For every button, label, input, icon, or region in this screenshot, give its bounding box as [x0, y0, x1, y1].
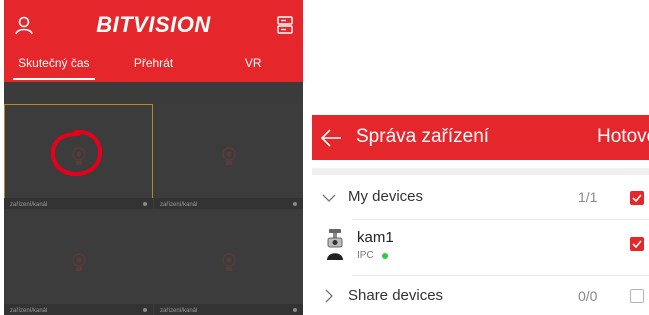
- group-checkbox[interactable]: [630, 289, 644, 303]
- cell-status-dot: [293, 308, 297, 312]
- back-arrow-icon[interactable]: [320, 129, 342, 147]
- group-name: Share devices: [348, 287, 444, 304]
- tab-vr[interactable]: VR: [203, 52, 303, 82]
- group-count: 0/0: [578, 288, 598, 304]
- camera-placeholder-icon: [222, 253, 236, 271]
- video-cell-1[interactable]: zařízení/kanál: [4, 104, 153, 209]
- device-management-header: Správa zařízení Hotovo: [312, 115, 649, 160]
- cell-label: zařízení/kanál: [160, 202, 198, 208]
- group-checkbox[interactable]: [630, 191, 644, 205]
- cell-label: zařízení/kanál: [10, 202, 48, 208]
- tab-bar: Skutečný čas Přehrát VR: [4, 52, 303, 82]
- chevron-right-icon[interactable]: [322, 289, 336, 303]
- video-cell-3[interactable]: zařízení/kanál: [4, 210, 153, 315]
- app-header: BITVISION Skutečný čas Přehrát VR: [4, 0, 303, 82]
- video-cell-2[interactable]: zařízení/kanál: [154, 104, 303, 209]
- annotation-circle: [50, 129, 103, 177]
- group-name: My devices: [348, 188, 424, 205]
- chevron-down-icon[interactable]: [322, 191, 336, 205]
- page-title: Správa zařízení: [356, 126, 490, 147]
- device-checkbox[interactable]: [630, 237, 644, 251]
- device-list-icon[interactable]: [277, 16, 293, 34]
- section-divider: [312, 168, 649, 175]
- cell-status-dot: [143, 202, 147, 206]
- cell-status-dot: [143, 308, 147, 312]
- tab-playback[interactable]: Přehrát: [104, 52, 204, 82]
- cell-status-dot: [293, 202, 297, 206]
- device-management-screen: Správa zařízení Hotovo My devices 1/1 ka…: [312, 115, 649, 315]
- video-grid: zařízení/kanál zařízení/kanál zařízení/k…: [4, 104, 303, 315]
- row-separator: [352, 275, 649, 276]
- camera-icon: [327, 229, 343, 260]
- group-count: 1/1: [578, 189, 598, 205]
- video-cell-4[interactable]: zařízení/kanál: [154, 210, 303, 315]
- tab-live[interactable]: Skutečný čas: [4, 52, 104, 82]
- row-separator: [352, 219, 649, 220]
- camera-placeholder-icon: [222, 147, 236, 165]
- device-name: kam1: [357, 229, 394, 246]
- camera-placeholder-icon: [72, 253, 86, 271]
- live-view-screen: BITVISION Skutečný čas Přehrát VR zaříze: [4, 0, 303, 315]
- device-type: IPC: [357, 250, 374, 261]
- cell-label: zařízení/kanál: [160, 308, 198, 314]
- app-logo: BITVISION: [96, 12, 211, 37]
- done-button[interactable]: Hotovo: [597, 126, 649, 148]
- online-status-dot: [382, 253, 388, 259]
- cell-label: zařízení/kanál: [10, 308, 48, 314]
